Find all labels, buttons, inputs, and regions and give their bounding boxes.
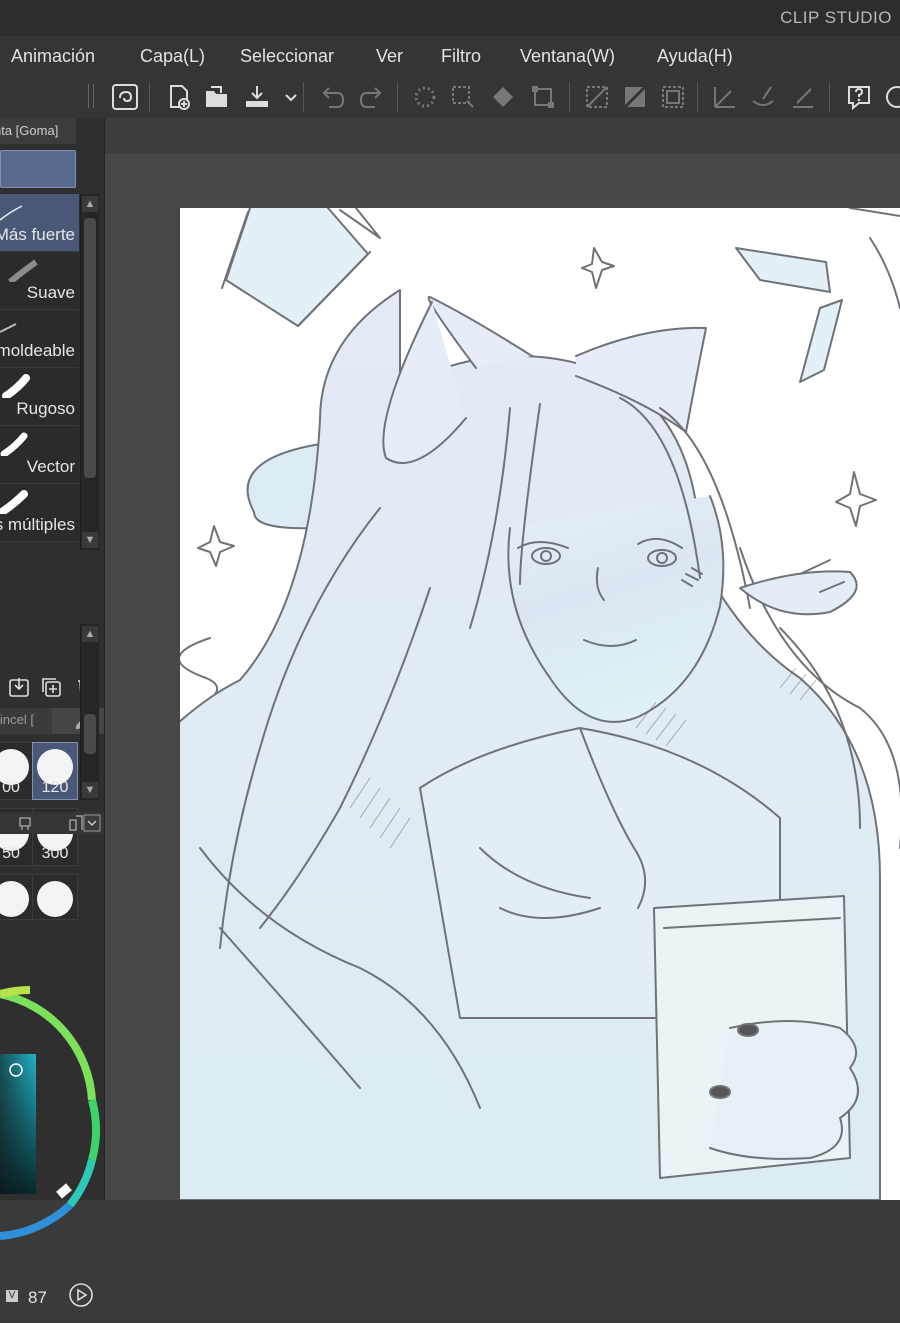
menu-bar: Animación Capa(L) Seleccionar Ver Filtro… bbox=[0, 36, 900, 77]
brush-preview-icon bbox=[0, 323, 17, 333]
clear-outside-icon[interactable] bbox=[583, 83, 611, 111]
sketch-illustration bbox=[180, 208, 900, 1200]
size-preset[interactable]: 00 bbox=[0, 742, 34, 800]
toolbar-separator bbox=[697, 82, 698, 112]
open-file-icon[interactable] bbox=[203, 83, 231, 111]
toolbar-separator bbox=[303, 82, 304, 112]
scroll-down-icon[interactable]: ▼ bbox=[82, 782, 98, 798]
size-value: 00 bbox=[2, 779, 20, 796]
menu-capa[interactable]: Capa(L) bbox=[140, 46, 205, 67]
clear-inside-icon[interactable] bbox=[621, 83, 649, 111]
opacity-row: V 87 bbox=[0, 1282, 104, 1312]
toolbar-separator bbox=[829, 82, 830, 112]
size-dot bbox=[37, 881, 73, 917]
brush-size-tab[interactable]: incel [ bbox=[0, 712, 34, 727]
new-file-icon[interactable] bbox=[165, 83, 193, 111]
toolbar-left-area bbox=[0, 76, 105, 118]
brush-list: Más fuerte Suave moldeable Rugoso Vector… bbox=[0, 194, 80, 662]
brush-preview-icon bbox=[2, 374, 30, 398]
menu-ventana[interactable]: Ventana(W) bbox=[520, 46, 615, 67]
menu-ayuda[interactable]: Ayuda(H) bbox=[657, 46, 733, 67]
menu-filtro[interactable]: Filtro bbox=[441, 46, 481, 67]
subtool-header[interactable] bbox=[0, 150, 76, 188]
check-icon[interactable]: V bbox=[6, 1290, 18, 1302]
help-icon[interactable] bbox=[845, 83, 873, 111]
toolbar-separator bbox=[569, 82, 570, 112]
brush-item-moldeable[interactable]: moldeable bbox=[0, 310, 79, 368]
canvas-paper[interactable] bbox=[180, 208, 900, 1200]
size-preset-selected[interactable]: 120 bbox=[32, 742, 78, 800]
duplicate-icon[interactable] bbox=[40, 676, 62, 698]
undo-icon[interactable] bbox=[319, 83, 347, 111]
select-all-icon[interactable] bbox=[411, 83, 439, 111]
hue-handle bbox=[54, 1181, 74, 1201]
size-dot bbox=[0, 881, 29, 917]
brush-preview-icon bbox=[0, 205, 23, 221]
import-icon[interactable] bbox=[8, 676, 30, 698]
export-icon[interactable] bbox=[243, 83, 271, 111]
color-wheel[interactable] bbox=[0, 950, 104, 1318]
play-icon[interactable] bbox=[68, 1282, 94, 1308]
brush-label: Suave bbox=[26, 283, 75, 302]
menu-ver[interactable]: Ver bbox=[376, 46, 403, 67]
brush-item-vector[interactable]: Vector bbox=[0, 426, 79, 484]
size-preset[interactable] bbox=[32, 874, 78, 920]
brush-label: Vector bbox=[26, 457, 75, 476]
scroll-thumb[interactable] bbox=[84, 218, 96, 478]
brush-preview-icon bbox=[0, 490, 28, 514]
paint-icon[interactable] bbox=[749, 83, 777, 111]
clip-studio-icon[interactable] bbox=[111, 83, 139, 111]
command-bar bbox=[105, 76, 900, 119]
toolbar-separator bbox=[397, 82, 398, 112]
size-value: 120 bbox=[41, 779, 69, 796]
size-scrollbar[interactable]: ▲ ▼ bbox=[80, 624, 99, 800]
left-panel: nta [Goma] Más fuerte Suave moldeable Ru… bbox=[0, 118, 105, 1307]
transform-icon[interactable] bbox=[529, 83, 557, 111]
toolbar-grip[interactable] bbox=[88, 84, 94, 108]
fit-view-icon[interactable] bbox=[659, 83, 687, 111]
brush-preview-icon bbox=[8, 259, 38, 282]
brush-item-multiples[interactable]: s múltiples bbox=[0, 484, 79, 542]
redo-icon[interactable] bbox=[357, 83, 385, 111]
title-bar: CLIP STUDIO bbox=[0, 0, 900, 36]
size-panel-footer bbox=[0, 812, 104, 834]
fill-icon[interactable] bbox=[489, 83, 517, 111]
brush-item-suave[interactable]: Suave bbox=[0, 252, 79, 310]
brush-item-mas-fuerte[interactable]: Más fuerte bbox=[0, 194, 79, 252]
ruler-icon[interactable] bbox=[711, 83, 739, 111]
brush-label: Rugoso bbox=[16, 399, 75, 418]
scroll-down-icon[interactable]: ▼ bbox=[82, 532, 98, 548]
size-value: 50 bbox=[2, 845, 20, 862]
menu-animacion[interactable]: Animación bbox=[11, 46, 95, 67]
deselect-icon[interactable] bbox=[449, 83, 477, 111]
brush-list-scrollbar[interactable]: ▲ ▼ bbox=[80, 194, 99, 550]
scroll-up-icon[interactable]: ▲ bbox=[82, 196, 98, 212]
app-name: CLIP STUDIO bbox=[780, 8, 892, 27]
color-wheel-panel bbox=[0, 950, 104, 1318]
brush-label: Más fuerte bbox=[0, 225, 75, 244]
brush-label: s múltiples bbox=[0, 515, 75, 534]
menu-seleccionar[interactable]: Seleccionar bbox=[240, 46, 334, 67]
panel-menu-icon[interactable] bbox=[0, 812, 104, 834]
brush-label: moldeable bbox=[0, 341, 75, 360]
size-preset[interactable] bbox=[0, 874, 34, 920]
opacity-value: 87 bbox=[28, 1288, 47, 1307]
search-icon[interactable] bbox=[883, 83, 900, 111]
canvas-tab-strip bbox=[105, 118, 900, 154]
snap-icon[interactable] bbox=[789, 83, 817, 111]
size-value: 300 bbox=[41, 845, 69, 862]
scroll-up-icon[interactable]: ▲ bbox=[82, 626, 98, 642]
subtool-tab[interactable]: nta [Goma] bbox=[0, 118, 76, 144]
toolbar-separator bbox=[149, 82, 150, 112]
brush-item-rugoso[interactable]: Rugoso bbox=[0, 368, 79, 426]
dropdown-icon[interactable] bbox=[277, 83, 297, 111]
scroll-thumb[interactable] bbox=[84, 714, 96, 754]
brush-preview-icon bbox=[0, 432, 28, 456]
canvas-area[interactable] bbox=[105, 118, 900, 1200]
